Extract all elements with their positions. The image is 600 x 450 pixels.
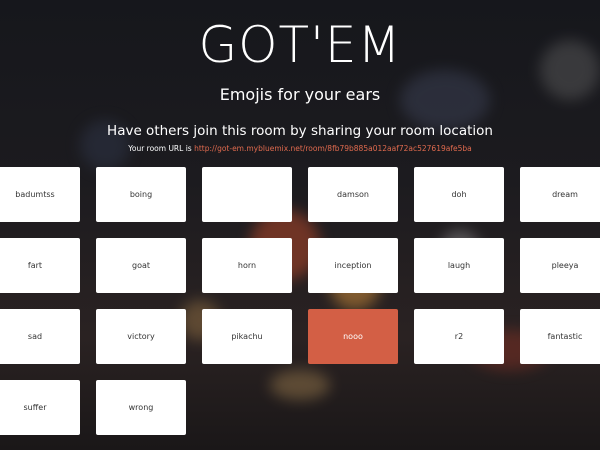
sound-button-wrong[interactable]: wrong: [96, 380, 186, 435]
sound-button-sad[interactable]: sad: [0, 309, 80, 364]
sound-button-label: goat: [131, 261, 150, 270]
room-url-link[interactable]: http://got-em.mybluemix.net/room/8fb79b8…: [194, 144, 472, 153]
sound-button-label: suffer: [23, 403, 47, 412]
sound-button-badumtss[interactable]: badumtss: [0, 167, 80, 222]
sound-button-label: pikachu: [231, 332, 263, 341]
sound-button-pikachu[interactable]: pikachu: [202, 309, 292, 364]
sound-button-label: sad: [27, 332, 43, 341]
sound-button-label: laugh: [447, 261, 471, 270]
room-url-line: Your room URL is http://got-em.mybluemix…: [0, 143, 600, 155]
sound-button-boing[interactable]: boing: [96, 167, 186, 222]
sound-button-label: r2: [454, 332, 464, 341]
app-title: GOT'EM: [198, 16, 402, 74]
sound-button-label: doh: [451, 190, 467, 199]
app-subtitle: Emojis for your ears: [219, 85, 381, 104]
sound-button-label: fantastic: [547, 332, 583, 341]
sound-button-label: victory: [127, 332, 155, 341]
sound-button-label: nooo: [343, 332, 363, 341]
sound-button-blank[interactable]: [202, 167, 292, 222]
sound-button-label: horn: [237, 261, 257, 270]
sound-button-label: badumtss: [15, 190, 55, 199]
sound-button-pleeya[interactable]: pleeya: [520, 238, 600, 293]
room-url-prefix: Your room URL is: [128, 144, 192, 153]
sound-button-fantastic[interactable]: fantastic: [520, 309, 600, 364]
sound-button-damson[interactable]: damson: [308, 167, 398, 222]
sound-button-laugh[interactable]: laugh: [414, 238, 504, 293]
sound-button-horn[interactable]: horn: [202, 238, 292, 293]
page-content: GOT'EM Emojis for your ears Have others …: [0, 0, 600, 450]
sound-button-goat[interactable]: goat: [96, 238, 186, 293]
share-heading: Have others join this room by sharing yo…: [107, 123, 493, 139]
sound-button-suffer[interactable]: suffer: [0, 380, 80, 435]
sound-button-r2[interactable]: r2: [414, 309, 504, 364]
sound-button-victory[interactable]: victory: [96, 309, 186, 364]
sound-button-label: wrong: [128, 403, 154, 412]
sound-button-fart[interactable]: fart: [0, 238, 80, 293]
sound-button-nooo[interactable]: nooo: [308, 309, 398, 364]
sound-grid: badumtss boing damson doh dream fart goat horn i…: [0, 167, 600, 435]
sound-button-doh[interactable]: doh: [414, 167, 504, 222]
sound-button-inception[interactable]: inception: [308, 238, 398, 293]
sound-button-label: dream: [552, 190, 578, 199]
sound-button-dream[interactable]: dream: [520, 167, 600, 222]
sound-button-label: damson: [337, 190, 369, 199]
sound-button-label: pleeya: [551, 261, 579, 270]
sound-button-label: inception: [334, 261, 372, 270]
sound-button-label: boing: [129, 190, 153, 199]
sound-button-label: fart: [27, 261, 43, 270]
